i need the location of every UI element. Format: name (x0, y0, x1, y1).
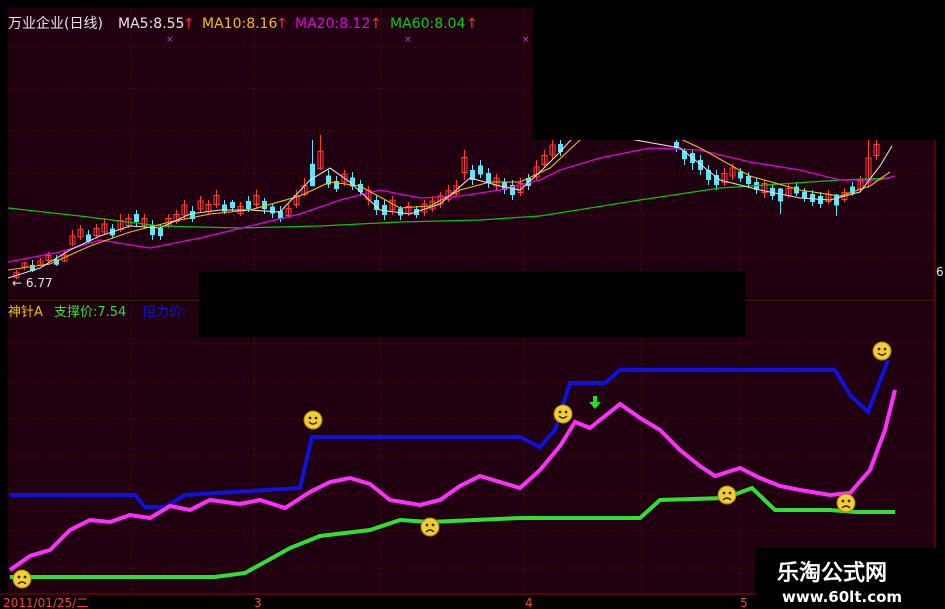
sad-face-icon (12, 569, 32, 589)
ma5-label: MA5:8.55 (118, 16, 184, 32)
candle-body (478, 165, 483, 175)
candle-body (310, 163, 315, 187)
resistance-price-label: 阻力价: (143, 305, 186, 320)
sad-face-icon (836, 493, 856, 513)
candle-body (230, 202, 235, 208)
candle-body (746, 176, 751, 184)
candle-body (738, 171, 743, 179)
x-axis-month-label: 3 (254, 596, 262, 609)
stock-chart: 万业企业(日线) MA5:8.55 ↑ MA10:8.16 ↑ MA20:8.1… (0, 0, 945, 609)
ma60-label: MA60:8.04 (390, 16, 465, 32)
watermark-url: www.60lt.com (782, 588, 902, 606)
candle-body (158, 228, 163, 236)
right-axis-label: 6 (936, 265, 944, 279)
candle-body (270, 206, 275, 214)
x-axis-month-label: 5 (740, 596, 748, 609)
watermark-logo: 乐淘公式网 www.60lt.com (755, 548, 945, 609)
watermark-title: 乐淘公式网 (777, 560, 887, 586)
support-price-label: 支撑价:7.54 (54, 305, 126, 320)
smiley-face-icon (303, 410, 323, 430)
low-price-marker: ← 6.77 (12, 276, 53, 290)
x-axis-date-label: 2011/01/25/二 (3, 596, 88, 609)
x-axis-month-label: 4 (525, 596, 533, 609)
sad-face-icon (420, 517, 440, 537)
left-border (0, 0, 8, 609)
sad-face-icon (717, 485, 737, 505)
occluding-box-middle (199, 271, 745, 337)
smiley-face-icon (872, 341, 892, 361)
indicator-name: 神针A (8, 305, 43, 320)
ma60-arrow-icon: ↑ (466, 16, 478, 32)
candle-body (246, 201, 251, 209)
smiley-face-icon (553, 404, 573, 424)
candle-body (134, 214, 139, 222)
ma20-arrow-icon: ↑ (370, 16, 382, 32)
x-marker-icon: × (522, 35, 530, 45)
ma5-arrow-icon: ↑ (183, 16, 195, 32)
ma20-label: MA20:8.12 (295, 16, 370, 32)
ma10-arrow-icon: ↑ (276, 16, 288, 32)
ma10-label: MA10:8.16 (202, 16, 277, 32)
occluding-box-top-right (533, 0, 945, 140)
stock-name-label: 万业企业(日线) (8, 15, 103, 32)
candle-body (802, 191, 807, 199)
x-marker-icon: × (166, 35, 174, 45)
candle-body (810, 194, 815, 202)
x-marker-icon: × (404, 35, 412, 45)
